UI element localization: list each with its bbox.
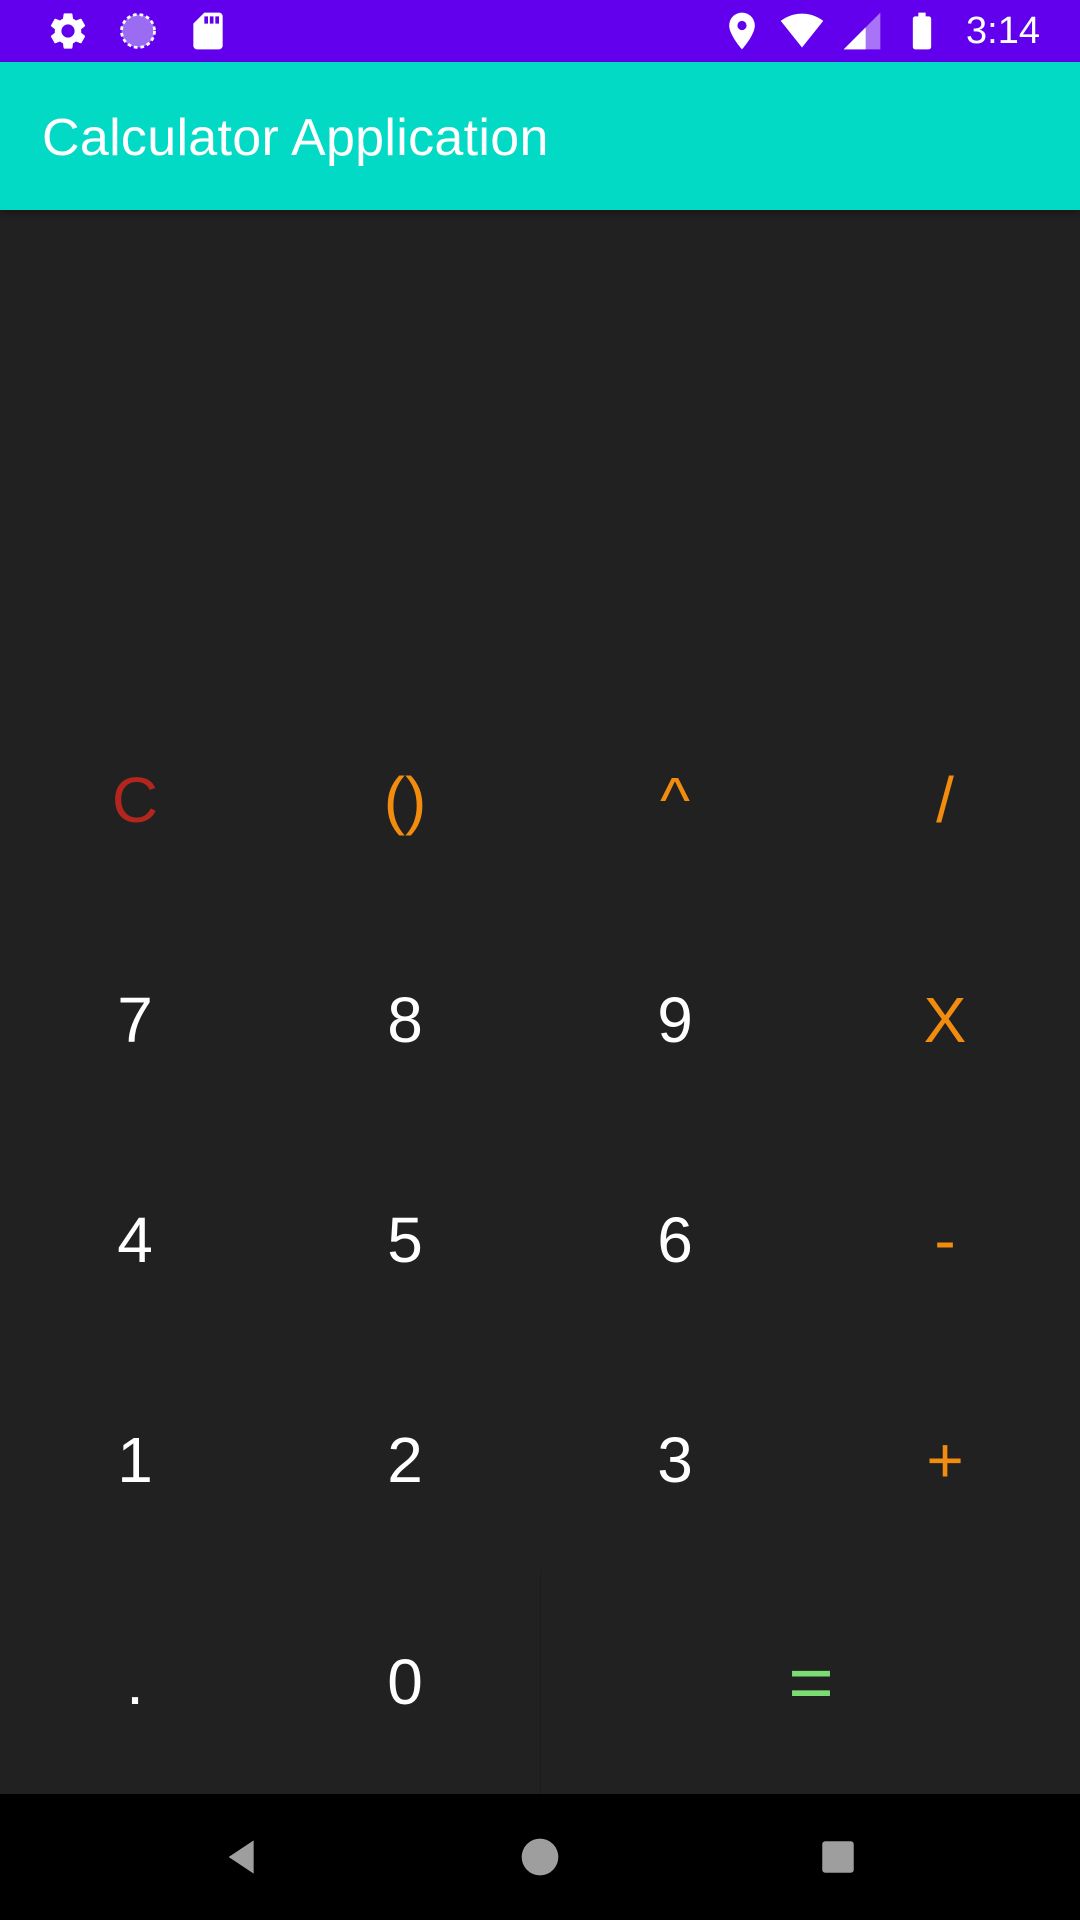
digit-1-button[interactable]: 1	[0, 1350, 270, 1570]
digit-5-button[interactable]: 5	[270, 1130, 540, 1350]
add-button[interactable]: +	[810, 1350, 1080, 1570]
digit-8-button[interactable]: 8	[270, 910, 540, 1130]
app-title: Calculator Application	[42, 109, 549, 167]
digit-3-button[interactable]: 3	[540, 1350, 810, 1570]
back-icon	[228, 1840, 254, 1874]
digit-2-button[interactable]: 2	[270, 1350, 540, 1570]
back-button[interactable]	[214, 1829, 270, 1885]
recents-icon	[822, 1841, 854, 1873]
home-button[interactable]	[512, 1829, 568, 1885]
parentheses-button[interactable]: ()	[270, 690, 540, 910]
wifi-icon	[780, 13, 824, 48]
calculator-display	[0, 210, 1080, 700]
sync-icon	[120, 13, 156, 49]
clock-time: 3:14	[966, 10, 1040, 52]
equals-button[interactable]: =	[540, 1570, 1080, 1794]
sd-card-icon	[193, 12, 223, 50]
signal-icon	[843, 12, 881, 50]
home-icon	[521, 1838, 559, 1876]
keypad: C () ^ / 7 8 9 X 4 5 6 - 1 2 3 + . 0 =	[0, 690, 1080, 1794]
app-bar: Calculator Application	[0, 62, 1080, 210]
subtract-button[interactable]: -	[810, 1130, 1080, 1350]
divide-button[interactable]: /	[810, 690, 1080, 910]
multiply-button[interactable]: X	[810, 910, 1080, 1130]
digit-9-button[interactable]: 9	[540, 910, 810, 1130]
digit-7-button[interactable]: 7	[0, 910, 270, 1130]
clear-button[interactable]: C	[0, 690, 270, 910]
status-bar: 3:14	[0, 0, 1080, 62]
settings-icon	[50, 13, 86, 49]
recents-button[interactable]	[810, 1829, 866, 1885]
decimal-button[interactable]: .	[0, 1570, 270, 1794]
battery-icon	[912, 12, 932, 50]
digit-4-button[interactable]: 4	[0, 1130, 270, 1350]
digit-0-button[interactable]: 0	[270, 1570, 540, 1794]
location-icon	[729, 12, 755, 50]
digit-6-button[interactable]: 6	[540, 1130, 810, 1350]
navigation-bar	[0, 1794, 1080, 1920]
power-button[interactable]: ^	[540, 690, 810, 910]
